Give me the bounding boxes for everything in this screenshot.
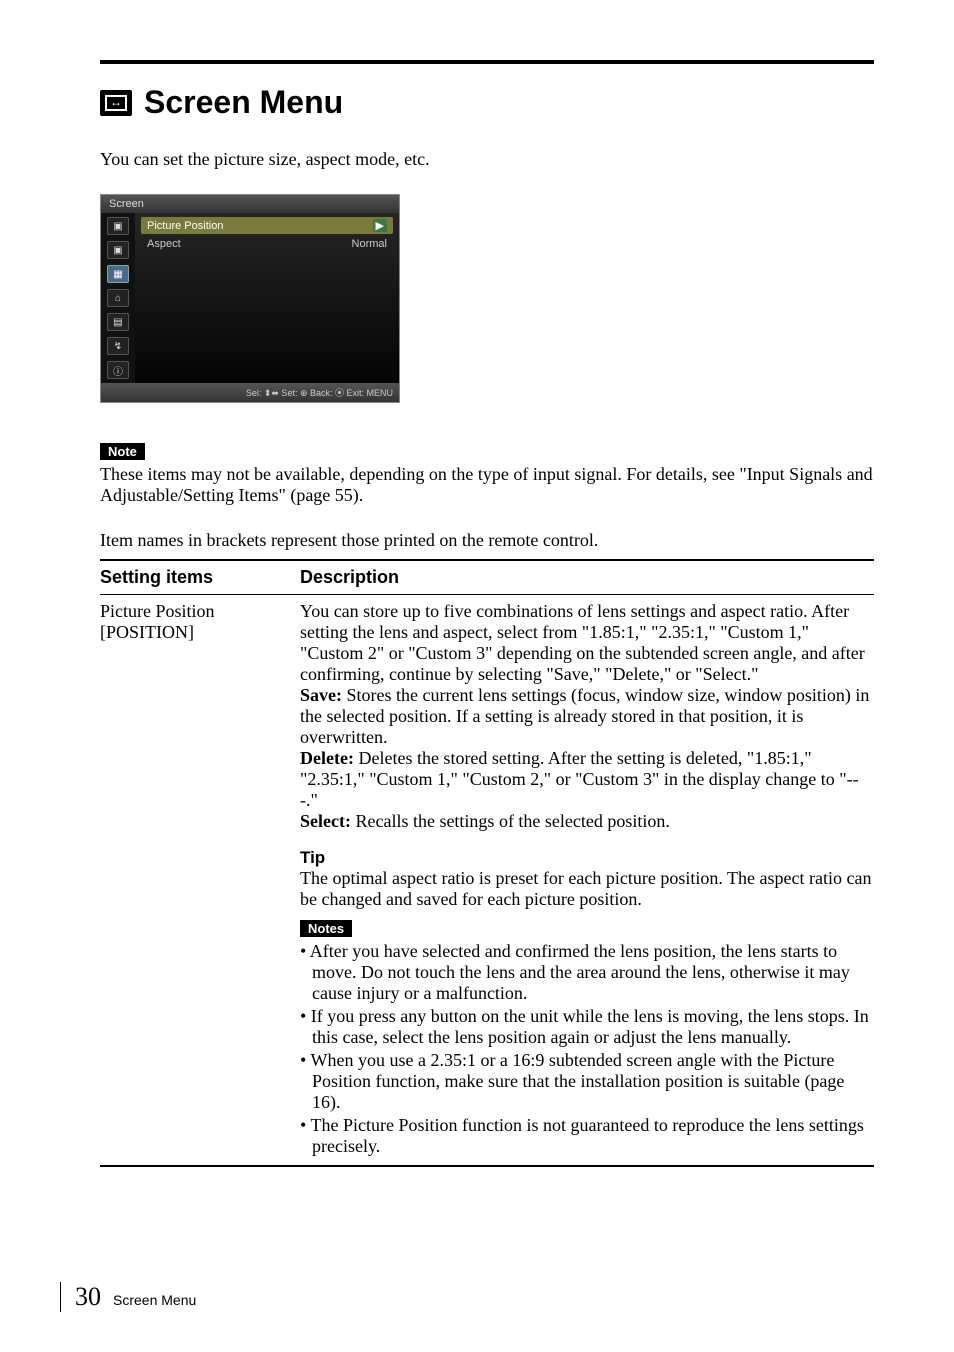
setting-item-cell: Picture Position [POSITION] (100, 601, 300, 1159)
osd-side-icon-6: ⓘ (107, 361, 129, 379)
list-item: • If you press any button on the unit wh… (300, 1006, 874, 1048)
desc-select: Select: Recalls the settings of the sele… (300, 811, 874, 832)
osd-side-icon-5: ↯ (107, 337, 129, 355)
page-footer: 30 Screen Menu (60, 1282, 196, 1312)
intro-text: You can set the picture size, aspect mod… (100, 149, 874, 170)
osd-side-icon-4: ▤ (107, 313, 129, 331)
footer-section-label: Screen Menu (113, 1292, 196, 1308)
table-header-row: Setting items Description (100, 561, 874, 595)
list-item: • After you have selected and confirmed … (300, 941, 874, 1004)
notes-badge: Notes (300, 920, 352, 937)
note-section: Note These items may not be available, d… (100, 443, 874, 506)
osd-row-label: Picture Position (147, 220, 223, 232)
note-text: These items may not be available, depend… (100, 464, 874, 506)
osd-main: Picture Position ▶ Aspect Normal (135, 213, 399, 383)
note-badge: Note (100, 443, 145, 460)
table-header-description: Description (300, 567, 874, 588)
osd-sidebar: ▣ ▣ ▦ ⌂ ▤ ↯ ⓘ (101, 213, 135, 383)
title-row: Screen Menu (100, 84, 874, 121)
select-text: Recalls the settings of the selected pos… (351, 811, 670, 831)
osd-row-label: Aspect (147, 238, 181, 250)
save-text: Stores the current lens settings (focus,… (300, 685, 869, 747)
setting-item-line1: Picture Position (100, 601, 300, 622)
osd-row-picture-position: Picture Position ▶ (141, 217, 393, 234)
screen-menu-icon (100, 90, 132, 116)
notes-bullets: • After you have selected and confirmed … (300, 941, 874, 1157)
select-label: Select: (300, 811, 351, 831)
save-label: Save: (300, 685, 342, 705)
osd-side-icon-0: ▣ (107, 217, 129, 235)
top-rule (100, 60, 874, 64)
page-number: 30 (75, 1282, 101, 1312)
osd-bottom-hints: Sel: ⬍⬌ Set: ⊕ Back: ⦿ Exit: MENU (101, 383, 399, 402)
page-title: Screen Menu (144, 84, 343, 121)
osd-screenshot: Screen ▣ ▣ ▦ ⌂ ▤ ↯ ⓘ Picture Position ▶ … (100, 194, 400, 403)
osd-row-aspect: Aspect Normal (141, 236, 393, 252)
osd-row-value: Normal (352, 238, 387, 250)
desc-main: You can store up to five combinations of… (300, 601, 874, 685)
list-item: • The Picture Position function is not g… (300, 1115, 874, 1157)
table-intro: Item names in brackets represent those p… (100, 530, 874, 551)
table-header-setting-items: Setting items (100, 567, 300, 588)
tip-text: The optimal aspect ratio is preset for e… (300, 868, 874, 910)
delete-label: Delete: (300, 748, 354, 768)
list-item: • When you use a 2.35:1 or a 16:9 subten… (300, 1050, 874, 1113)
osd-body: ▣ ▣ ▦ ⌂ ▤ ↯ ⓘ Picture Position ▶ Aspect … (101, 213, 399, 383)
osd-side-icon-1: ▣ (107, 241, 129, 259)
setting-item-line2: [POSITION] (100, 622, 300, 643)
desc-save: Save: Stores the current lens settings (… (300, 685, 874, 748)
desc-delete: Delete: Deletes the stored setting. Afte… (300, 748, 874, 811)
table-row: Picture Position [POSITION] You can stor… (100, 595, 874, 1165)
delete-text: Deletes the stored setting. After the se… (300, 748, 859, 810)
osd-row-arrow: ▶ (373, 219, 387, 232)
settings-table: Setting items Description Picture Positi… (100, 559, 874, 1167)
description-cell: You can store up to five combinations of… (300, 601, 874, 1159)
tip-heading: Tip (300, 848, 874, 868)
osd-side-icon-2: ▦ (107, 265, 129, 283)
osd-side-icon-3: ⌂ (107, 289, 129, 307)
osd-titlebar: Screen (101, 195, 399, 213)
